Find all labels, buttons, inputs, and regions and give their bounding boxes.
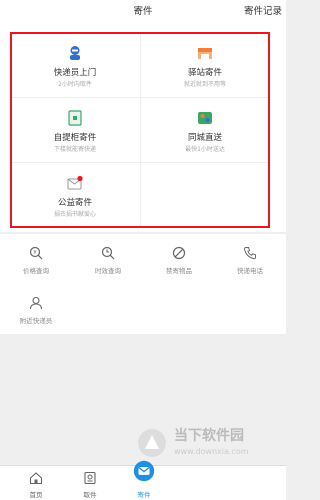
service-title: 快递员上门 [53,68,97,78]
service-courier-pickup[interactable]: 快递员上门 2小时内取件 [10,32,140,97]
tool-section: ¥ 价格查询 时效查询 禁寄物品 快递电话 附近快递员 [0,234,286,334]
courier-icon [70,46,80,60]
tool-time-search[interactable]: 时效查询 [72,234,144,284]
service-subtitle: 就近就到不用等 [183,81,226,88]
service-locker-send[interactable]: 自提柜寄件 下楼就能寄快递 [10,97,140,162]
tab-send[interactable]: 寄件 [108,460,180,500]
charity-icon [67,175,83,190]
service-title: 公益寄件 [57,198,92,208]
tool-label: 附近快递员 [19,317,53,325]
tool-label: 价格查询 [23,267,49,275]
home-icon [29,472,43,485]
watermark-url: www.downxia.com [174,447,249,456]
city-delivery-icon [198,112,212,124]
bottom-tab-bar: 首页 取件 寄件 [0,460,286,500]
price-search-icon: ¥ [29,246,43,260]
phone-icon [243,247,256,260]
tool-courier-phone[interactable]: 快递电话 [214,234,286,284]
service-same-city[interactable]: 同城直送 最快1小时送达 [140,97,270,162]
service-title: 驿站寄件 [187,68,222,78]
service-title: 同城直送 [187,133,222,143]
tool-label: 禁寄物品 [166,267,192,275]
header: 寄件 寄件记录 [0,0,286,26]
service-subtitle: 捐衣捐书献爱心 [53,211,96,218]
service-subtitle: 最快1小时送达 [185,146,225,153]
locker-icon [68,110,82,126]
nearby-courier-icon [29,296,43,310]
tool-prohibited-items[interactable]: 禁寄物品 [143,234,215,284]
tool-label: 时效查询 [95,267,121,275]
service-subtitle: 下楼就能寄快递 [53,146,96,153]
tool-label: 快递电话 [237,267,263,275]
send-records-link[interactable]: 寄件记录 [244,3,282,17]
service-station-send[interactable]: 驿站寄件 就近就到不用等 [140,32,270,97]
service-title: 自提柜寄件 [53,133,97,143]
tool-nearby-courier[interactable]: 附近快递员 [0,284,72,334]
pickup-icon [84,471,96,485]
service-charity-send[interactable]: 公益寄件 捐衣捐书献爱心 [10,162,140,227]
prohibited-icon [172,246,186,260]
service-grid: 快递员上门 2小时内取件 驿站寄件 就近就到不用等 自提柜寄件 下楼就能寄快递 … [10,32,270,228]
watermark-text: 当下软件园 [174,428,244,444]
tab-label: 寄件 [137,491,151,499]
station-icon [198,48,212,59]
send-icon [133,460,155,482]
tool-price-search[interactable]: ¥ 价格查询 [0,234,72,284]
watermark-logo-icon [138,429,166,457]
watermark: 当下软件园 www.downxia.com [136,423,276,467]
svg-text:¥: ¥ [33,250,36,256]
time-search-icon [101,246,115,260]
service-subtitle: 2小时内取件 [58,81,92,88]
